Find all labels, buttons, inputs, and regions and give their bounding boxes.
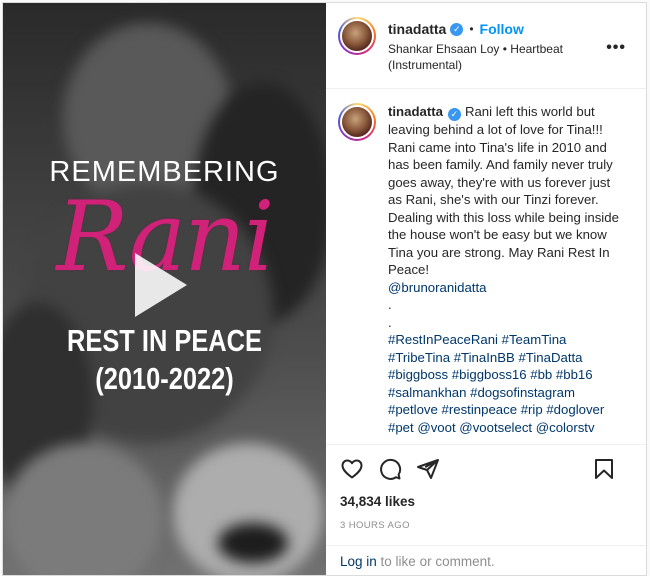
action-bar: [326, 444, 646, 492]
music-link[interactable]: Shankar Ehsaan Loy • Heartbeat (Instrume…: [388, 41, 578, 73]
post-video[interactable]: REMEMBERING Rani REST IN PEACE (2010-202…: [3, 3, 326, 575]
post-timestamp[interactable]: 3 HOURS AGO: [326, 520, 646, 540]
caption-username[interactable]: tinadatta: [388, 104, 443, 119]
heart-icon[interactable]: [340, 457, 364, 481]
play-icon[interactable]: [135, 253, 187, 317]
hashtag-line[interactable]: #petlove #restinpeace #rip #doglover: [388, 401, 626, 419]
like-count[interactable]: 34,834 likes: [326, 494, 646, 514]
instagram-post: REMEMBERING Rani REST IN PEACE (2010-202…: [2, 2, 647, 576]
caption-dot: .: [388, 314, 392, 330]
caption-area: tinadatta ✓ Rani left this world but leavi…: [326, 89, 646, 444]
hashtag-line[interactable]: #salmankhan #dogsofinstagram: [388, 384, 626, 402]
post-header: tinadatta ✓ • Follow Shankar Ehsaan Loy …: [326, 3, 646, 89]
mention-link[interactable]: @brunoranidatta: [388, 279, 626, 297]
caption: tinadatta ✓ Rani left this world but leavi…: [388, 103, 626, 444]
login-prompt: Log in to like or comment.: [326, 545, 646, 575]
bookmark-icon[interactable]: [592, 457, 616, 481]
hashtag-line[interactable]: #RestInPeaceRani #TeamTina: [388, 331, 626, 349]
login-prompt-text: to like or comment.: [376, 554, 495, 569]
avatar-image: [340, 105, 374, 139]
caption-dot: .: [388, 297, 392, 312]
header-separator: •: [469, 22, 474, 36]
avatar-image: [340, 19, 374, 53]
header-row: tinadatta ✓ • Follow: [388, 21, 578, 37]
post-side-panel: tinadatta ✓ • Follow Shankar Ehsaan Loy …: [326, 3, 646, 575]
overlay-subtitle: REST IN PEACE: [67, 323, 262, 358]
header-text: tinadatta ✓ • Follow Shankar Ehsaan Loy …: [388, 21, 578, 73]
avatar[interactable]: [338, 103, 376, 141]
caption-body: Rani left this world but leaving behind …: [388, 104, 619, 277]
more-options-icon[interactable]: •••: [606, 39, 626, 57]
comment-icon[interactable]: [378, 457, 402, 481]
hashtag-line[interactable]: #TribeTina #TinaInBB #TinaDatta: [388, 349, 626, 367]
hashtag-line[interactable]: #biggboss #biggboss16 #bb #bb16: [388, 366, 626, 384]
hashtag-line[interactable]: #pet @voot @vootselect @colorstv: [388, 419, 626, 437]
avatar[interactable]: [338, 17, 376, 55]
share-icon[interactable]: [416, 457, 440, 481]
overlay-years: (2010-2022): [95, 361, 234, 396]
follow-button[interactable]: Follow: [480, 21, 524, 37]
verified-badge-icon: ✓: [450, 22, 464, 36]
verified-badge-icon: ✓: [447, 108, 461, 121]
username-link[interactable]: tinadatta: [388, 21, 446, 37]
login-link[interactable]: Log in: [340, 554, 377, 569]
